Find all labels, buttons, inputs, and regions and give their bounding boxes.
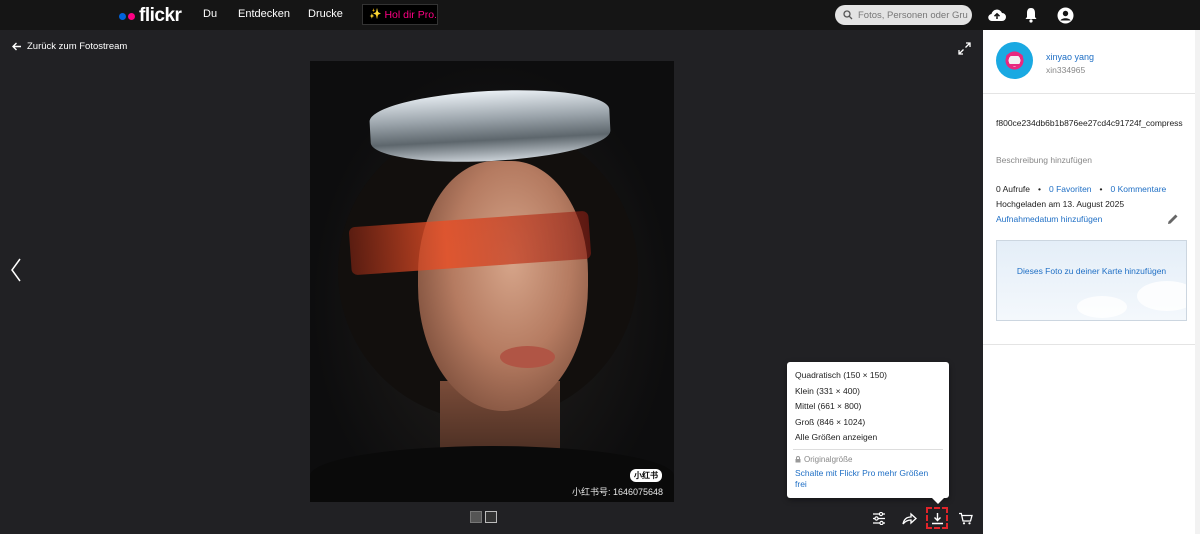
notifications-bell-icon[interactable] <box>1021 5 1041 25</box>
add-to-map-label: Dieses Foto zu deiner Karte hinzufügen <box>1016 266 1167 276</box>
share-arrow-icon[interactable] <box>898 507 920 529</box>
logo-blue-dot <box>119 12 126 20</box>
download-size-large[interactable]: Groß (846 × 1024) <box>787 415 949 431</box>
photo-stats: 0 Aufrufe • 0 Favoriten • 0 Kommentare <box>996 184 1167 194</box>
back-to-photostream-link[interactable]: Zurück zum Fotostream <box>12 41 127 52</box>
thumbnail-current[interactable] <box>485 511 497 523</box>
top-navigation-bar: flickr Du Entdecken Drucke ✨ Hol dir Pro… <box>0 0 1200 30</box>
search-input[interactable] <box>858 9 968 21</box>
favorites-link[interactable]: 0 Favoriten <box>1049 184 1092 194</box>
views-count: 0 Aufrufe <box>996 184 1031 194</box>
photo-thumbnail-strip <box>470 511 497 523</box>
photo-stage: Zurück zum Fotostream 小红书 小红书号: 16460756… <box>0 30 983 534</box>
username-link[interactable]: xinyao yang <box>1046 52 1094 62</box>
photo-title: f800ce234db6b1b876ee27cd4c91724f_compres… <box>996 118 1183 128</box>
download-size-small[interactable]: Klein (331 × 400) <box>787 384 949 400</box>
arrow-left-icon <box>12 42 21 51</box>
search-icon <box>843 10 853 20</box>
photo-details-sidebar: xinyao yang xin334965 f800ce234db6b1b876… <box>983 30 1200 534</box>
flickr-logo[interactable]: flickr <box>119 5 182 27</box>
logo-text: flickr <box>139 5 182 26</box>
pencil-edit-icon[interactable] <box>1167 212 1179 230</box>
shopping-cart-icon[interactable] <box>954 507 976 529</box>
watermark-badge: 小红书 <box>630 469 662 482</box>
comments-link[interactable]: 0 Kommentare <box>1111 184 1167 194</box>
upload-date: Hochgeladen am 13. August 2025 <box>996 199 1125 209</box>
fullscreen-expand-icon[interactable] <box>958 42 971 60</box>
previous-photo-chevron-icon[interactable] <box>10 258 22 287</box>
user-handle: xin334965 <box>1046 65 1086 75</box>
nav-drucke[interactable]: Drucke <box>308 8 343 20</box>
unlock-sizes-pro-link[interactable]: Schalte mit Flickr Pro mehr Größen frei <box>787 467 949 491</box>
get-pro-label: Hol dir Pro. <box>384 8 437 21</box>
download-size-medium[interactable]: Mittel (661 × 800) <box>787 399 949 415</box>
account-avatar-icon[interactable] <box>1055 5 1075 25</box>
sidebar-scrollbar[interactable] <box>1195 30 1200 534</box>
sparkle-icon: ✨ <box>369 9 382 20</box>
watermark-text: 小红书号: 1646075648 <box>571 487 663 497</box>
lock-icon <box>795 456 801 463</box>
search-box[interactable] <box>835 5 972 25</box>
nav-du[interactable]: Du <box>203 8 217 20</box>
divider <box>983 93 1195 94</box>
original-size-locked: Originalgröße <box>787 453 949 467</box>
menu-divider <box>793 448 943 450</box>
upload-cloud-icon[interactable] <box>987 5 1007 25</box>
back-label: Zurück zum Fotostream <box>27 41 128 52</box>
add-description-link[interactable]: Beschreibung hinzufügen <box>996 155 1092 165</box>
view-all-sizes[interactable]: Alle Größen anzeigen <box>787 430 949 446</box>
download-size-menu: Quadratisch (150 × 150) Klein (331 × 400… <box>787 362 949 504</box>
add-to-map-box[interactable]: Dieses Foto zu deiner Karte hinzufügen <box>996 240 1187 321</box>
original-size-label: Originalgröße <box>804 454 853 464</box>
get-pro-button[interactable]: ✨ Hol dir Pro. <box>362 4 438 25</box>
nav-entdecken[interactable]: Entdecken <box>238 8 290 20</box>
add-capture-date-link[interactable]: Aufnahmedatum hinzufügen <box>996 214 1102 224</box>
logo-pink-dot <box>128 12 135 20</box>
download-icon[interactable] <box>926 507 948 529</box>
adjust-sliders-icon[interactable] <box>868 507 890 529</box>
user-avatar[interactable] <box>996 42 1033 79</box>
thumbnail-previous[interactable] <box>470 511 482 523</box>
divider <box>983 344 1195 345</box>
download-size-square[interactable]: Quadratisch (150 × 150) <box>787 368 949 384</box>
main-photo: 小红书 小红书号: 1646075648 <box>310 61 674 502</box>
